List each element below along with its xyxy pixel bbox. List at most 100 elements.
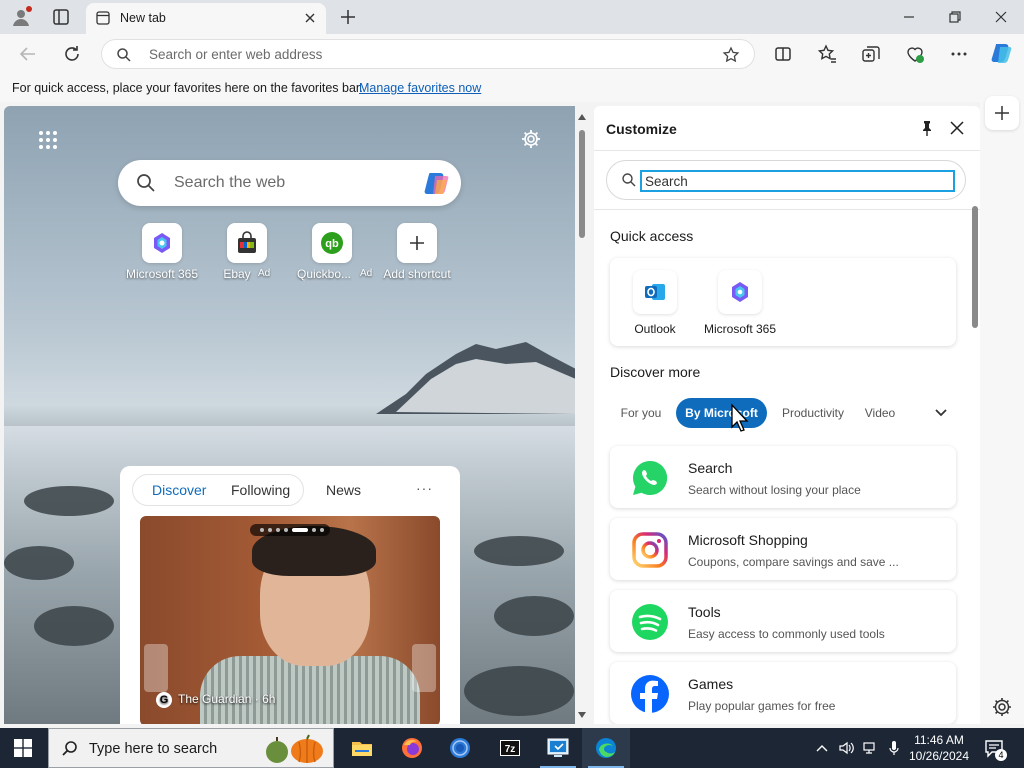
facebook-icon: [631, 675, 669, 713]
quickbooks-icon: qb: [321, 232, 343, 254]
navigation-bar: Search or enter web address: [0, 34, 1024, 74]
taskbar-7zip[interactable]: 7z: [486, 728, 534, 768]
discover-item-tools[interactable]: Tools Easy access to commonly used tools: [610, 590, 956, 652]
discover-item-search[interactable]: Search Search without losing your place: [610, 446, 956, 508]
taskbar-file-explorer[interactable]: [338, 728, 386, 768]
spotify-icon: [632, 604, 668, 640]
clock-time: 11:46 AM: [914, 733, 964, 747]
carousel-prev-icon[interactable]: [144, 644, 168, 692]
chip-video[interactable]: Video: [858, 398, 902, 428]
item-description: Coupons, compare savings and save ...: [688, 555, 899, 569]
network-icon[interactable]: [862, 740, 878, 756]
taskbar-search[interactable]: Type here to search: [48, 728, 334, 768]
chevron-down-icon[interactable]: [928, 400, 954, 426]
article-source-name: The Guardian: [178, 692, 252, 706]
favorite-star-icon[interactable]: [722, 46, 740, 64]
scrollbar-thumb[interactable]: [579, 130, 585, 238]
volume-icon[interactable]: [838, 740, 854, 756]
clock-date: 10/26/2024: [908, 749, 970, 763]
background-rock: [4, 546, 74, 580]
shortcut-tile: [227, 223, 267, 263]
tab-close-icon[interactable]: [302, 10, 318, 26]
panel-search-input[interactable]: [640, 170, 955, 192]
quick-access-label: Microsoft 365: [703, 322, 777, 336]
discover-item-games[interactable]: Games Play popular games for free: [610, 662, 956, 724]
carousel-dots: [250, 524, 330, 536]
web-search-box[interactable]: Search the web: [118, 160, 461, 206]
tab-following[interactable]: Following: [231, 482, 290, 498]
shortcut-quickbooks[interactable]: qb Quickbo... Ad: [287, 223, 377, 287]
copilot-icon[interactable]: [990, 41, 1014, 65]
feed-more-icon[interactable]: ···: [416, 480, 433, 496]
search-icon: [62, 741, 77, 756]
refresh-icon[interactable]: [61, 43, 83, 65]
taskbar: Type here to search 7z 11:46 AM 10/26/20…: [0, 728, 1024, 768]
tab-news[interactable]: News: [326, 482, 361, 498]
windows-start-icon[interactable]: [14, 739, 32, 757]
new-tab-plus-icon[interactable]: [338, 7, 358, 27]
taskbar-firefox[interactable]: [388, 728, 436, 768]
background-rock: [34, 606, 114, 646]
browser-essentials-icon[interactable]: [904, 43, 926, 65]
svg-text:qb: qb: [325, 238, 339, 250]
taskbar-chrome[interactable]: [436, 728, 484, 768]
background-mountain: [376, 342, 575, 414]
sidebar-settings-gear-icon[interactable]: [991, 696, 1013, 718]
item-name: Games: [688, 676, 734, 692]
minimize-icon[interactable]: [900, 8, 918, 26]
microphone-icon[interactable]: [886, 740, 902, 756]
split-screen-icon[interactable]: [772, 43, 794, 65]
article-image[interactable]: G The Guardian · 6h: [140, 516, 440, 724]
page-settings-gear-icon[interactable]: [520, 128, 542, 150]
background-rock: [494, 596, 574, 636]
tab-new-tab[interactable]: New tab: [86, 3, 326, 34]
copilot-icon[interactable]: [423, 168, 453, 198]
sidebar-add-button[interactable]: [985, 96, 1019, 130]
restore-icon[interactable]: [946, 8, 964, 26]
favorites-icon[interactable]: [816, 43, 838, 65]
microsoft-365-icon: [732, 282, 748, 302]
discover-item-microsoft-shopping[interactable]: Microsoft Shopping Coupons, compare savi…: [610, 518, 956, 580]
pin-icon[interactable]: [918, 119, 936, 137]
manage-favorites-link[interactable]: Manage favorites now: [359, 81, 481, 95]
notification-count: 4: [995, 749, 1007, 761]
profile-icon[interactable]: [10, 6, 32, 28]
background-rock: [474, 536, 564, 566]
scroll-up-icon[interactable]: [578, 114, 586, 120]
scroll-down-icon[interactable]: [578, 712, 586, 718]
taskbar-edge[interactable]: [582, 728, 630, 768]
show-hidden-icons-chevron-up-icon[interactable]: [814, 740, 830, 756]
chip-by-microsoft[interactable]: By Microsoft: [676, 398, 767, 428]
chip-for-you[interactable]: For you: [610, 398, 672, 428]
collections-icon[interactable]: [860, 43, 882, 65]
item-description: Easy access to commonly used tools: [688, 627, 885, 641]
back-arrow-icon[interactable]: [17, 43, 39, 65]
panel-scrollbar-thumb[interactable]: [972, 206, 978, 328]
shortcut-add[interactable]: Add shortcut: [372, 223, 462, 287]
window-close-icon[interactable]: [992, 8, 1010, 26]
panel-search: [606, 160, 966, 200]
carousel-next-icon[interactable]: [412, 644, 436, 692]
taskbar-clock[interactable]: 11:46 AM 10/26/2024: [906, 732, 972, 764]
ad-badge: Ad: [258, 268, 271, 279]
shortcut-label: Quickbo...: [296, 267, 352, 281]
article-time: · 6h: [254, 692, 276, 706]
more-options-icon[interactable]: [948, 43, 970, 65]
tab-actions-icon[interactable]: [50, 6, 72, 28]
discover-more-title: Discover more: [610, 364, 701, 380]
ebay-bag-icon: [238, 231, 256, 253]
ad-badge: Ad: [360, 268, 373, 279]
address-placeholder: Search or enter web address: [149, 47, 323, 62]
edge-icon: [596, 738, 616, 758]
7zip-icon: 7z: [500, 740, 520, 756]
tab-discover[interactable]: Discover: [152, 482, 206, 498]
notification-center-icon[interactable]: 4: [984, 738, 1007, 761]
photo-shirt: [200, 656, 420, 724]
address-bar[interactable]: Search or enter web address: [101, 39, 755, 69]
page-scrollbar[interactable]: [575, 106, 591, 724]
taskbar-remote-desktop[interactable]: [534, 728, 582, 768]
close-icon[interactable]: [948, 119, 966, 137]
chip-productivity[interactable]: Productivity: [772, 398, 854, 428]
quick-access-title: Quick access: [610, 228, 694, 244]
apps-grid-icon[interactable]: [38, 130, 58, 150]
